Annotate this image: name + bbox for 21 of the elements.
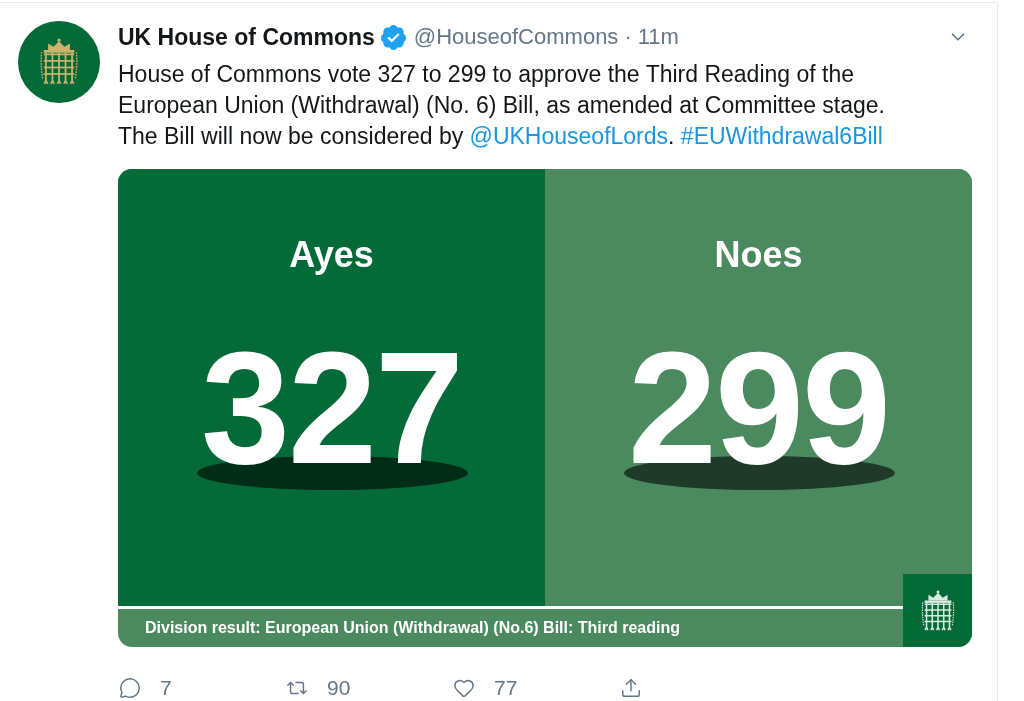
card-caption: Division result: European Union (Withdrawal) (No.6) Bill: Third reading [145,618,680,638]
result-card[interactable]: Ayes 327 Noes 299 Division result: European Union (Withdrawal) (No.6) Bill: Third reading [118,169,972,647]
share-icon [619,677,643,699]
vote-count: 327 [201,348,462,468]
author-handle[interactable]: @HouseofCommons [413,21,619,53]
vote-count: 299 [628,348,889,468]
separator-dot: · [624,23,632,51]
vote-label: Ayes [289,235,374,275]
heart-icon [452,677,476,699]
reply-icon [118,677,142,699]
like-button[interactable]: 77 [452,677,518,699]
portcullis-logo-icon [903,574,972,647]
tweet-time[interactable]: 11m [637,21,679,53]
tweet-text: House of Commons vote 327 to 299 to approve the Third Reading of the European Union (Withdrawal) (No. 6) Bill, as amended at Committee stage. The Bill will now be considered by @UKHouseofLords. #EUWithdrawal6Bill [118,60,886,151]
hashtag-link[interactable]: #EUWithdrawal6Bill [680,123,883,149]
mention-link[interactable]: @UKHouseofLords [469,123,669,149]
author-name[interactable]: UK House of Commons [118,21,375,53]
retweet-button[interactable]: 90 [285,677,351,699]
vote-label: Noes [714,235,803,275]
reply-button[interactable]: 7 [118,677,172,699]
share-button[interactable] [619,677,643,699]
